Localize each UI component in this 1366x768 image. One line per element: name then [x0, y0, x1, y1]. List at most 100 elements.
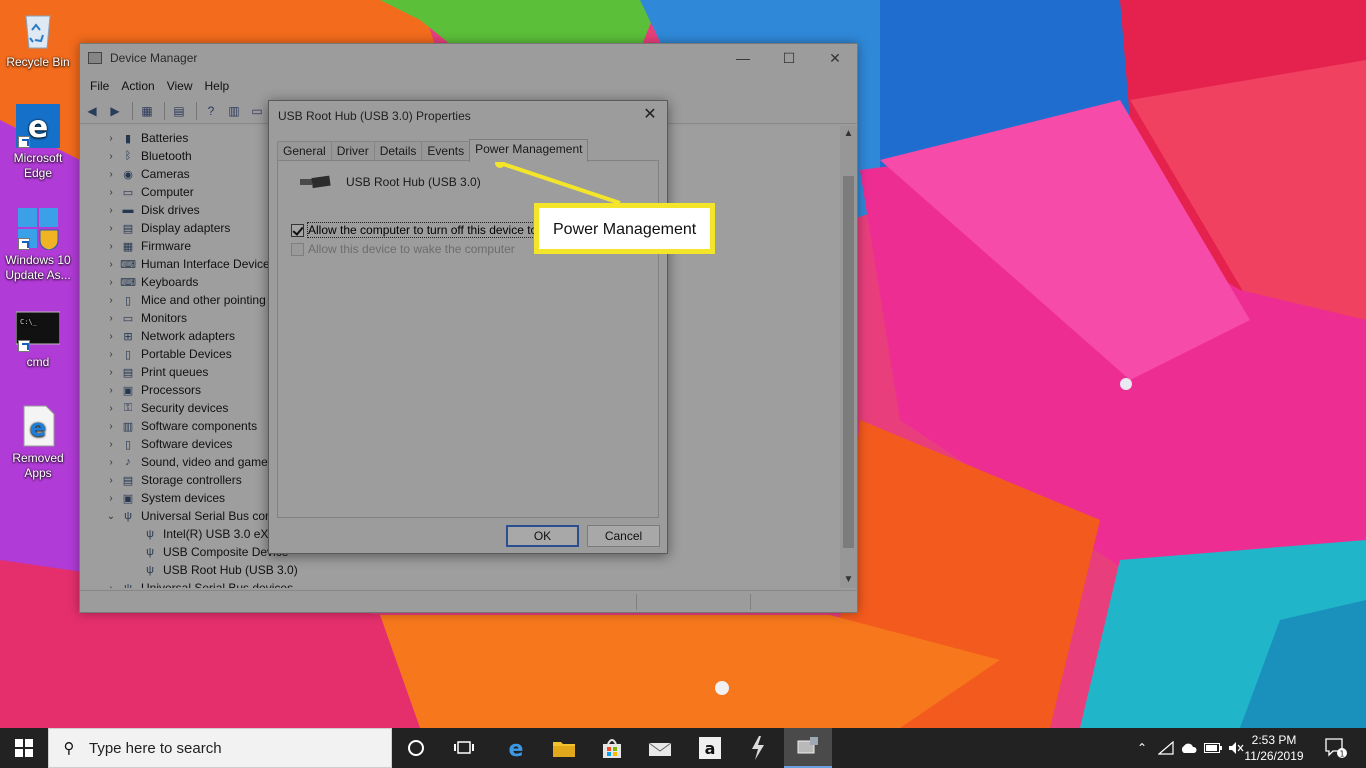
store-icon[interactable] — [588, 728, 636, 768]
tab-power-management[interactable]: Power Management — [469, 139, 589, 162]
chevron-right-icon[interactable]: › — [104, 385, 118, 396]
chevron-right-icon[interactable]: › — [104, 295, 118, 306]
tree-category[interactable]: › ⊞ Network adapters — [104, 327, 235, 345]
callout-box: Power Management — [534, 203, 715, 254]
tree-category[interactable]: › ▤ Display adapters — [104, 219, 230, 237]
chevron-right-icon[interactable]: › — [104, 457, 118, 468]
task-view-icon[interactable] — [440, 728, 488, 768]
chevron-right-icon[interactable]: › — [104, 583, 118, 589]
help-icon[interactable]: ? — [201, 102, 221, 120]
keyboard-icon: ⌨ — [120, 276, 136, 289]
tree-child-item[interactable]: ψ USB Root Hub (USB 3.0) — [140, 561, 298, 579]
tree-category[interactable]: › ▭ Monitors — [104, 309, 187, 327]
device-manager-taskbar-icon[interactable] — [784, 728, 832, 768]
scroll-up-icon[interactable]: ▲ — [840, 126, 857, 142]
dialog-close-button[interactable]: ✕ — [637, 104, 663, 128]
allow-turn-off-checkbox[interactable] — [291, 223, 304, 237]
chevron-right-icon[interactable]: › — [104, 493, 118, 504]
menu-help[interactable]: Help — [199, 79, 236, 93]
back-arrow-icon[interactable]: ◀ — [82, 102, 102, 120]
maximize-button[interactable]: ☐ — [766, 44, 812, 74]
system-clock[interactable]: 2:53 PM 11/26/2019 — [1234, 732, 1314, 764]
tree-category[interactable]: › ◉ Cameras — [104, 165, 189, 183]
scroll-down-icon[interactable]: ▼ — [840, 572, 857, 588]
tab-events[interactable]: Events — [421, 141, 471, 161]
menu-action[interactable]: Action — [115, 79, 160, 93]
forward-arrow-icon[interactable]: ▶ — [105, 102, 125, 120]
tree-category[interactable]: › ▤ Print queues — [104, 363, 208, 381]
network-icon[interactable] — [1156, 728, 1176, 768]
desktop-icon-windows-update[interactable]: Windows 10 Update As... — [2, 206, 74, 283]
chevron-right-icon[interactable]: › — [104, 169, 118, 180]
cancel-button[interactable]: Cancel — [587, 525, 660, 547]
desktop-icon-removed-apps[interactable]: e Removed Apps — [2, 404, 74, 481]
file-explorer-icon[interactable] — [540, 728, 588, 768]
chevron-right-icon[interactable]: › — [104, 331, 118, 342]
tree-category[interactable]: › ⌨ Human Interface Devices — [104, 255, 275, 273]
title-bar[interactable]: Device Manager — ☐ ✕ — [80, 44, 857, 74]
tab-general[interactable]: General — [277, 141, 332, 161]
menu-file[interactable]: File — [84, 79, 115, 93]
chevron-right-icon[interactable]: › — [104, 277, 118, 288]
action-center-icon[interactable]: 1 — [1316, 728, 1356, 768]
tree-category[interactable]: › ▣ Processors — [104, 381, 201, 399]
chevron-right-icon[interactable]: › — [104, 259, 118, 270]
amazon-icon[interactable]: a — [686, 728, 734, 768]
ok-button[interactable]: OK — [506, 525, 579, 547]
tree-category[interactable]: › ▣ System devices — [104, 489, 225, 507]
onedrive-icon[interactable] — [1178, 728, 1200, 768]
chevron-right-icon[interactable]: › — [104, 421, 118, 432]
desktop-icon-edge[interactable]: e Microsoft Edge — [2, 104, 74, 181]
chevron-right-icon[interactable]: › — [104, 403, 118, 414]
search-placeholder[interactable]: Type here to search — [89, 740, 222, 757]
tree-category[interactable]: › ▬ Disk drives — [104, 201, 199, 219]
chevron-right-icon[interactable]: › — [104, 223, 118, 234]
show-hidden-icons-icon[interactable]: ⌃ — [1132, 728, 1152, 768]
tree-category[interactable]: › ⚿ Security devices — [104, 399, 228, 417]
chevron-right-icon[interactable]: › — [104, 187, 118, 198]
tree-child-item[interactable]: ψ USB Composite Device — [140, 543, 288, 561]
properties-icon[interactable]: ▤ — [169, 102, 189, 120]
tree-category[interactable]: › ᛒ Bluetooth — [104, 147, 191, 165]
chevron-right-icon[interactable]: › — [104, 241, 118, 252]
battery-tray-icon[interactable] — [1202, 728, 1224, 768]
minimize-button[interactable]: — — [720, 44, 766, 74]
scroll-thumb[interactable] — [843, 176, 854, 548]
desktop-icon-recycle-bin[interactable]: Recycle Bin — [2, 8, 74, 70]
tree-item-label: Batteries — [141, 131, 189, 145]
chevron-right-icon[interactable]: › — [104, 133, 118, 144]
tree-category[interactable]: › ψ Universal Serial Bus devices — [104, 579, 293, 588]
vertical-scrollbar[interactable]: ▲ ▼ — [840, 126, 857, 588]
chevron-right-icon[interactable]: › — [104, 367, 118, 378]
action-pane-icon[interactable]: ▥ — [224, 102, 244, 120]
tree-category[interactable]: › ▥ Software components — [104, 417, 257, 435]
tree-category[interactable]: › ▯ Software devices — [104, 435, 232, 453]
mail-icon[interactable] — [636, 728, 684, 768]
edge-taskbar-icon[interactable]: e — [492, 728, 540, 768]
chevron-right-icon[interactable]: › — [104, 349, 118, 360]
tree-category[interactable]: › ⌨ Keyboards — [104, 273, 198, 291]
desktop-icon-cmd[interactable]: C:\_ cmd — [2, 308, 74, 370]
tree-item-label: Software components — [141, 419, 258, 433]
chevron-right-icon[interactable]: › — [104, 475, 118, 486]
chevron-down-icon[interactable]: ⌄ — [104, 511, 118, 522]
tree-category[interactable]: › ▮ Batteries — [104, 129, 188, 147]
menu-view[interactable]: View — [161, 79, 199, 93]
tree-category[interactable]: › ▤ Storage controllers — [104, 471, 241, 489]
chevron-right-icon[interactable]: › — [104, 151, 118, 162]
cortana-icon[interactable] — [392, 728, 440, 768]
console-tree-icon[interactable]: ▦ — [137, 102, 157, 120]
winamp-icon[interactable] — [734, 728, 782, 768]
close-button[interactable]: ✕ — [812, 44, 858, 74]
monitor-scan-icon[interactable]: ▭ — [247, 102, 267, 120]
taskbar-search[interactable]: ⚲ Type here to search — [48, 728, 392, 768]
tree-category[interactable]: › ▦ Firmware — [104, 237, 191, 255]
tab-driver[interactable]: Driver — [330, 141, 375, 161]
tab-details[interactable]: Details — [373, 141, 423, 161]
chevron-right-icon[interactable]: › — [104, 439, 118, 450]
tree-category[interactable]: › ▯ Portable Devices — [104, 345, 231, 363]
start-button[interactable] — [0, 728, 48, 768]
chevron-right-icon[interactable]: › — [104, 313, 118, 324]
chevron-right-icon[interactable]: › — [104, 205, 118, 216]
tree-category[interactable]: › ▭ Computer — [104, 183, 193, 201]
